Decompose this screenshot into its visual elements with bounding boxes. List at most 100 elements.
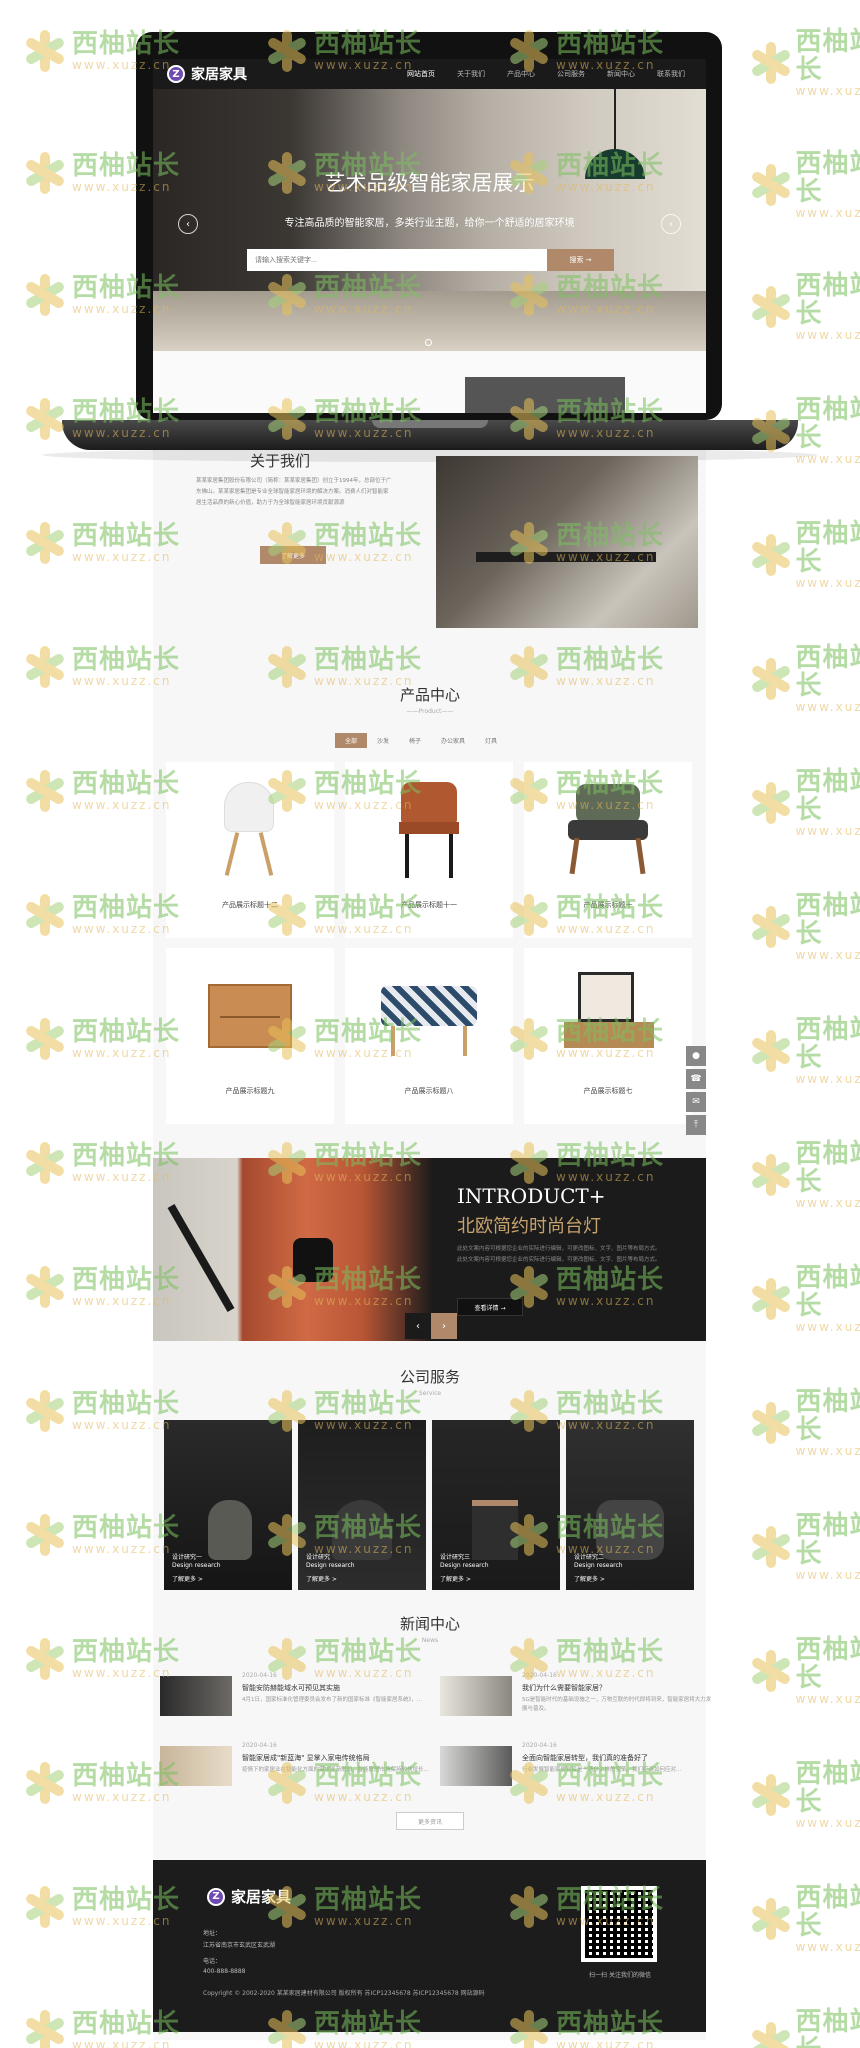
watermark-url: www.xuzz.cn xyxy=(795,1072,860,1086)
watermark-text: 西柚站长 xyxy=(556,151,665,181)
footer-phone-label: 电话： xyxy=(203,1958,222,1965)
watermark-url: www.xuzz.cn xyxy=(72,1542,172,1556)
watermark-url: www.xuzz.cn xyxy=(795,1568,860,1582)
watermark-url: www.xuzz.cn xyxy=(556,180,656,194)
wechat-icon[interactable]: ✉ xyxy=(686,1092,706,1112)
watermark: 西柚站长www.xuzz.cn xyxy=(22,1512,180,1558)
watermark-text: 西柚站长 xyxy=(556,273,665,303)
watermark: 西柚站长www.xuzz.cn xyxy=(506,28,664,74)
hero-lamp-cord xyxy=(614,89,616,149)
watermark-text: 西柚站长 xyxy=(795,643,860,701)
phone-icon[interactable]: ☎ xyxy=(686,1069,706,1089)
watermark-flower-icon xyxy=(748,1028,792,1074)
chair-seat xyxy=(399,822,459,834)
watermark-text: 西柚站长 xyxy=(72,1389,181,1419)
nav-item-about[interactable]: 关于我们 xyxy=(446,69,496,79)
watermark-flower-icon xyxy=(264,396,310,442)
watermark: 西柚站长www.xuzz.cn xyxy=(264,2008,422,2048)
category-tab-sofa[interactable]: 沙发 xyxy=(367,733,399,748)
watermark: 西柚站长www.xuzz.cn xyxy=(748,396,860,466)
watermark-text: 西柚站长 xyxy=(72,1141,181,1171)
watermark: 西柚站长www.xuzz.cn xyxy=(264,892,422,938)
watermark-flower-icon xyxy=(748,162,792,208)
news-more-button[interactable]: 更多资讯 xyxy=(396,1812,464,1830)
back-to-top-icon[interactable]: ⤒ xyxy=(686,1115,706,1135)
watermark-url: www.xuzz.cn xyxy=(795,948,860,962)
hero-prev-arrow-icon[interactable]: ‹ xyxy=(178,214,198,234)
footer-logo-icon: Z xyxy=(207,1887,225,1906)
watermark-flower-icon xyxy=(748,780,792,826)
watermark-flower-icon xyxy=(22,1512,68,1558)
watermark: 西柚站长www.xuzz.cn xyxy=(264,28,422,74)
search-input[interactable] xyxy=(247,249,547,271)
service-link[interactable]: 了解更多 > xyxy=(306,1574,337,1583)
news-headline[interactable]: 我们为什么需要智能家居？ xyxy=(522,1683,606,1693)
watermark-text: 西柚站长 xyxy=(556,397,665,427)
watermark: 西柚站长www.xuzz.cn xyxy=(22,1264,180,1310)
product-image-frame-cabinet xyxy=(578,972,634,1022)
watermark-url: www.xuzz.cn xyxy=(795,328,860,342)
search-button[interactable]: 搜索 → xyxy=(547,249,614,271)
watermark-flower-icon xyxy=(506,1884,552,1930)
watermark-flower-icon xyxy=(22,520,68,566)
watermark-text: 西柚站长 xyxy=(556,769,665,799)
news-thumbnail xyxy=(160,1676,232,1716)
watermark-text: 西柚站长 xyxy=(795,2007,860,2048)
watermark-url: www.xuzz.cn xyxy=(795,1196,860,1210)
banner-next-arrow-icon[interactable]: › xyxy=(431,1313,457,1339)
watermark-flower-icon xyxy=(748,1648,792,1694)
category-tab-office[interactable]: 办公家具 xyxy=(431,733,475,748)
hero-next-arrow-icon[interactable]: › xyxy=(661,214,681,234)
hero-pagination-dot[interactable] xyxy=(425,339,432,346)
service-link[interactable]: 了解更多 > xyxy=(172,1574,203,1583)
watermark-flower-icon xyxy=(748,2020,792,2048)
watermark: 西柚站长www.xuzz.cn xyxy=(22,1388,180,1434)
watermark-text: 西柚站长 xyxy=(314,2009,423,2039)
news-date: 2020-04-16 xyxy=(242,1742,277,1749)
watermark-url: www.xuzz.cn xyxy=(314,1790,414,1804)
category-tab-lamp[interactable]: 灯具 xyxy=(475,733,507,748)
watermark: 西柚站长www.xuzz.cn xyxy=(22,892,180,938)
watermark-text: 西柚站长 xyxy=(72,151,181,181)
watermark-text: 西柚站长 xyxy=(72,29,181,59)
product-title: 产品展示标题七 xyxy=(583,1087,633,1095)
category-tab-all[interactable]: 全部 xyxy=(335,733,368,748)
watermark-text: 西柚站长 xyxy=(72,1017,181,1047)
service-card[interactable]: 设计研究一 Design research 了解更多 > xyxy=(164,1420,292,1590)
watermark-url: www.xuzz.cn xyxy=(314,1418,414,1432)
qq-icon[interactable]: ● xyxy=(686,1046,706,1066)
watermark-text: 西柚站长 xyxy=(314,521,423,551)
service-link[interactable]: 了解更多 > xyxy=(574,1574,605,1583)
watermark-url: www.xuzz.cn xyxy=(795,824,860,838)
watermark-text: 西柚站长 xyxy=(556,645,665,675)
watermark-text: 西柚站长 xyxy=(72,273,181,303)
watermark: 西柚站长www.xuzz.cn xyxy=(506,1636,664,1682)
watermark-text: 西柚站长 xyxy=(72,521,181,551)
watermark: 西柚站长www.xuzz.cn xyxy=(748,1264,860,1334)
watermark-flower-icon xyxy=(22,1016,68,1062)
watermark-url: www.xuzz.cn xyxy=(795,576,860,590)
watermark-flower-icon xyxy=(506,150,552,196)
watermark-text: 西柚站长 xyxy=(314,1513,423,1543)
watermark-url: www.xuzz.cn xyxy=(556,58,656,72)
watermark-text: 西柚站长 xyxy=(795,1015,860,1073)
watermark-flower-icon xyxy=(264,1140,310,1186)
watermark: 西柚站长www.xuzz.cn xyxy=(22,644,180,690)
watermark-flower-icon xyxy=(506,1140,552,1186)
watermark-url: www.xuzz.cn xyxy=(314,1294,414,1308)
banner-prev-arrow-icon[interactable]: ‹ xyxy=(405,1313,431,1339)
news-headline[interactable]: 智能安防赫能域水可预见其实施 xyxy=(242,1683,340,1693)
service-link[interactable]: 了解更多 > xyxy=(440,1574,471,1583)
service-card[interactable]: 设计研究 Design research 了解更多 > xyxy=(298,1420,426,1590)
hero-subtitle: 专注高品质的智能家居，多类行业主题，给你一个舒适的居家环境 xyxy=(284,218,575,229)
watermark-text: 西柚站长 xyxy=(72,645,181,675)
watermark: 西柚站长www.xuzz.cn xyxy=(748,28,860,98)
category-tab-chair[interactable]: 椅子 xyxy=(399,733,431,748)
watermark: 西柚站长www.xuzz.cn xyxy=(264,1140,422,1186)
watermark: 西柚站长www.xuzz.cn xyxy=(506,1264,664,1310)
service-subtitle: Design research xyxy=(574,1562,623,1569)
watermark-flower-icon xyxy=(748,656,792,702)
service-card[interactable]: 设计研究二 Design research 了解更多 > xyxy=(566,1420,694,1590)
watermark-url: www.xuzz.cn xyxy=(556,1170,656,1184)
service-card[interactable]: 设计研究三 Design research 了解更多 > xyxy=(432,1420,560,1590)
